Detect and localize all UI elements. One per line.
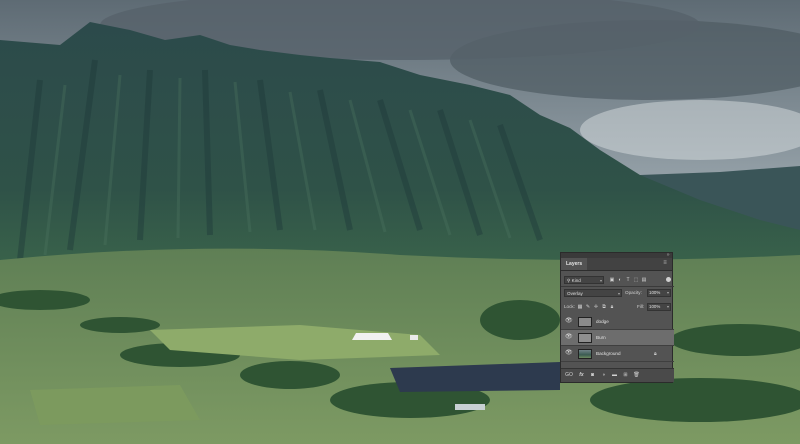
tab-layers[interactable]: Layers — [561, 258, 588, 270]
panel-bottom-bar: GO fx ◙ ◑ ▬ ⊞ 🗑︎ — [561, 368, 674, 382]
layer-row-burn[interactable]: 👁︎ Burn — [561, 330, 674, 346]
panel-tab-row: Layers ≡ — [561, 258, 672, 271]
fill-label: Fill: — [637, 304, 645, 309]
menu-icon[interactable]: ≡ — [661, 260, 669, 267]
layer-thumbnail — [578, 333, 592, 343]
opacity-value: 100% — [649, 290, 661, 295]
eye-icon[interactable]: 👁︎ — [565, 318, 573, 324]
link-layers-icon[interactable]: GO — [564, 372, 574, 379]
layer-name: Background — [596, 351, 621, 356]
layer-list: 👁︎ dodge 👁︎ Burn 👁︎ Background 🔒︎ — [561, 314, 674, 362]
filter-type-icon[interactable]: T — [625, 277, 631, 283]
chevron-down-icon: ▾ — [666, 290, 669, 295]
group-folder-icon[interactable]: ▬ — [611, 372, 618, 379]
filter-shape-icon[interactable]: ⬚ — [633, 277, 639, 283]
eye-icon[interactable]: 👁︎ — [565, 334, 573, 340]
filter-toggle[interactable] — [666, 277, 671, 282]
lock-position-icon[interactable]: ✛ — [593, 304, 599, 310]
opacity-input[interactable]: 100% ▾ — [647, 289, 671, 297]
blend-mode-value: Overlay — [567, 291, 583, 296]
fx-icon[interactable]: fx — [578, 372, 585, 379]
lock-image-pixels-icon[interactable]: ✎ — [585, 304, 591, 310]
layer-thumbnail — [578, 349, 592, 359]
trash-icon[interactable]: 🗑︎ — [633, 372, 640, 379]
fill-input[interactable]: 100% ▾ — [647, 303, 671, 311]
layer-name: Burn — [596, 335, 606, 340]
search-icon: ⚲ — [567, 278, 571, 283]
lock-icon: 🔒︎ — [654, 351, 657, 357]
layer-row-dodge[interactable]: 👁︎ dodge — [561, 314, 674, 330]
filter-smart-object-icon[interactable]: ▤ — [641, 277, 647, 283]
blend-row: Overlay ▾ Opacity: 100% ▾ — [561, 287, 674, 299]
lock-label: Lock: — [564, 304, 575, 309]
blend-mode-select[interactable]: Overlay ▾ — [564, 289, 622, 297]
layers-panel: » Layers ≡ ⚲ Kind ▾ ▣ ◐ T ⬚ ▤ Overlay ▾ … — [560, 252, 674, 383]
adjustment-layer-icon[interactable]: ◑ — [600, 372, 607, 379]
opacity-label: Opacity: — [625, 290, 642, 295]
chevron-down-icon: ▾ — [599, 278, 602, 283]
filter-kind-label: Kind — [571, 278, 581, 283]
fill-value: 100% — [649, 304, 661, 309]
chevron-down-icon: ▾ — [617, 291, 620, 296]
new-layer-icon[interactable]: ⊞ — [622, 372, 629, 379]
eye-icon[interactable]: 👁︎ — [565, 350, 573, 356]
filter-adjustment-icon[interactable]: ◐ — [617, 277, 623, 283]
lock-all-icon[interactable]: 🔒︎ — [609, 304, 615, 310]
chevron-down-icon: ▾ — [666, 304, 669, 309]
layer-row-background[interactable]: 👁︎ Background 🔒︎ — [561, 346, 674, 362]
background-photo — [0, 0, 800, 444]
lock-row: Lock: ▦ ✎ ✛ ⧉ 🔒︎ Fill: 100% ▾ — [561, 301, 674, 313]
layer-thumbnail — [578, 317, 592, 327]
add-mask-icon[interactable]: ◙ — [589, 372, 596, 379]
lock-artboard-icon[interactable]: ⧉ — [601, 304, 607, 310]
filter-kind-select[interactable]: ⚲ Kind ▾ — [564, 276, 604, 284]
layer-filter-row: ⚲ Kind ▾ ▣ ◐ T ⬚ ▤ — [561, 274, 674, 286]
layer-name: dodge — [596, 319, 609, 324]
filter-pixel-icon[interactable]: ▣ — [609, 277, 615, 283]
lock-transparent-pixels-icon[interactable]: ▦ — [577, 304, 583, 310]
